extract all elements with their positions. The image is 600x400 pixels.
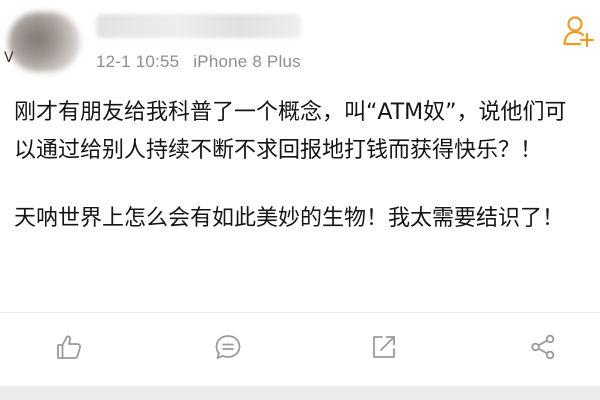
post-paragraph-2: 天呐世界上怎么会有如此美妙的生物！我太需要结识了！ bbox=[14, 206, 565, 231]
post-meta: 12-1 10:55 iPhone 8 Plus bbox=[96, 52, 301, 72]
post-source: iPhone 8 Plus bbox=[193, 52, 301, 71]
post-content: 刚才有朋友给我科普了一个概念，叫“ATM奴”，说他们可以通过给别人持续不断不求回… bbox=[14, 94, 574, 238]
bottom-separator bbox=[0, 386, 600, 400]
thumbs-up-icon bbox=[57, 335, 82, 359]
comment-button[interactable] bbox=[213, 332, 243, 362]
share-icon bbox=[531, 334, 555, 360]
username-blurred[interactable] bbox=[96, 14, 301, 38]
action-bar bbox=[0, 318, 600, 380]
add-user-icon bbox=[563, 16, 595, 48]
avatar[interactable] bbox=[8, 12, 80, 72]
follow-button[interactable] bbox=[562, 14, 596, 48]
repost-button[interactable] bbox=[369, 332, 399, 362]
like-button[interactable] bbox=[54, 332, 84, 362]
share-button[interactable] bbox=[528, 332, 558, 362]
comment-icon bbox=[215, 335, 241, 359]
divider bbox=[0, 312, 600, 313]
post-header: V 12-1 10:55 iPhone 8 Plus bbox=[0, 0, 600, 86]
post-paragraph-1: 刚才有朋友给我科普了一个概念，叫“ATM奴”，说他们可以通过给别人持续不断不求回… bbox=[14, 100, 567, 163]
weibo-post: V 12-1 10:55 iPhone 8 Plus 刚才有朋友给我科普了一个概念… bbox=[0, 0, 600, 400]
repost-icon bbox=[373, 336, 395, 358]
post-datetime: 12-1 10:55 bbox=[96, 52, 180, 71]
verified-badge: V bbox=[4, 50, 14, 66]
